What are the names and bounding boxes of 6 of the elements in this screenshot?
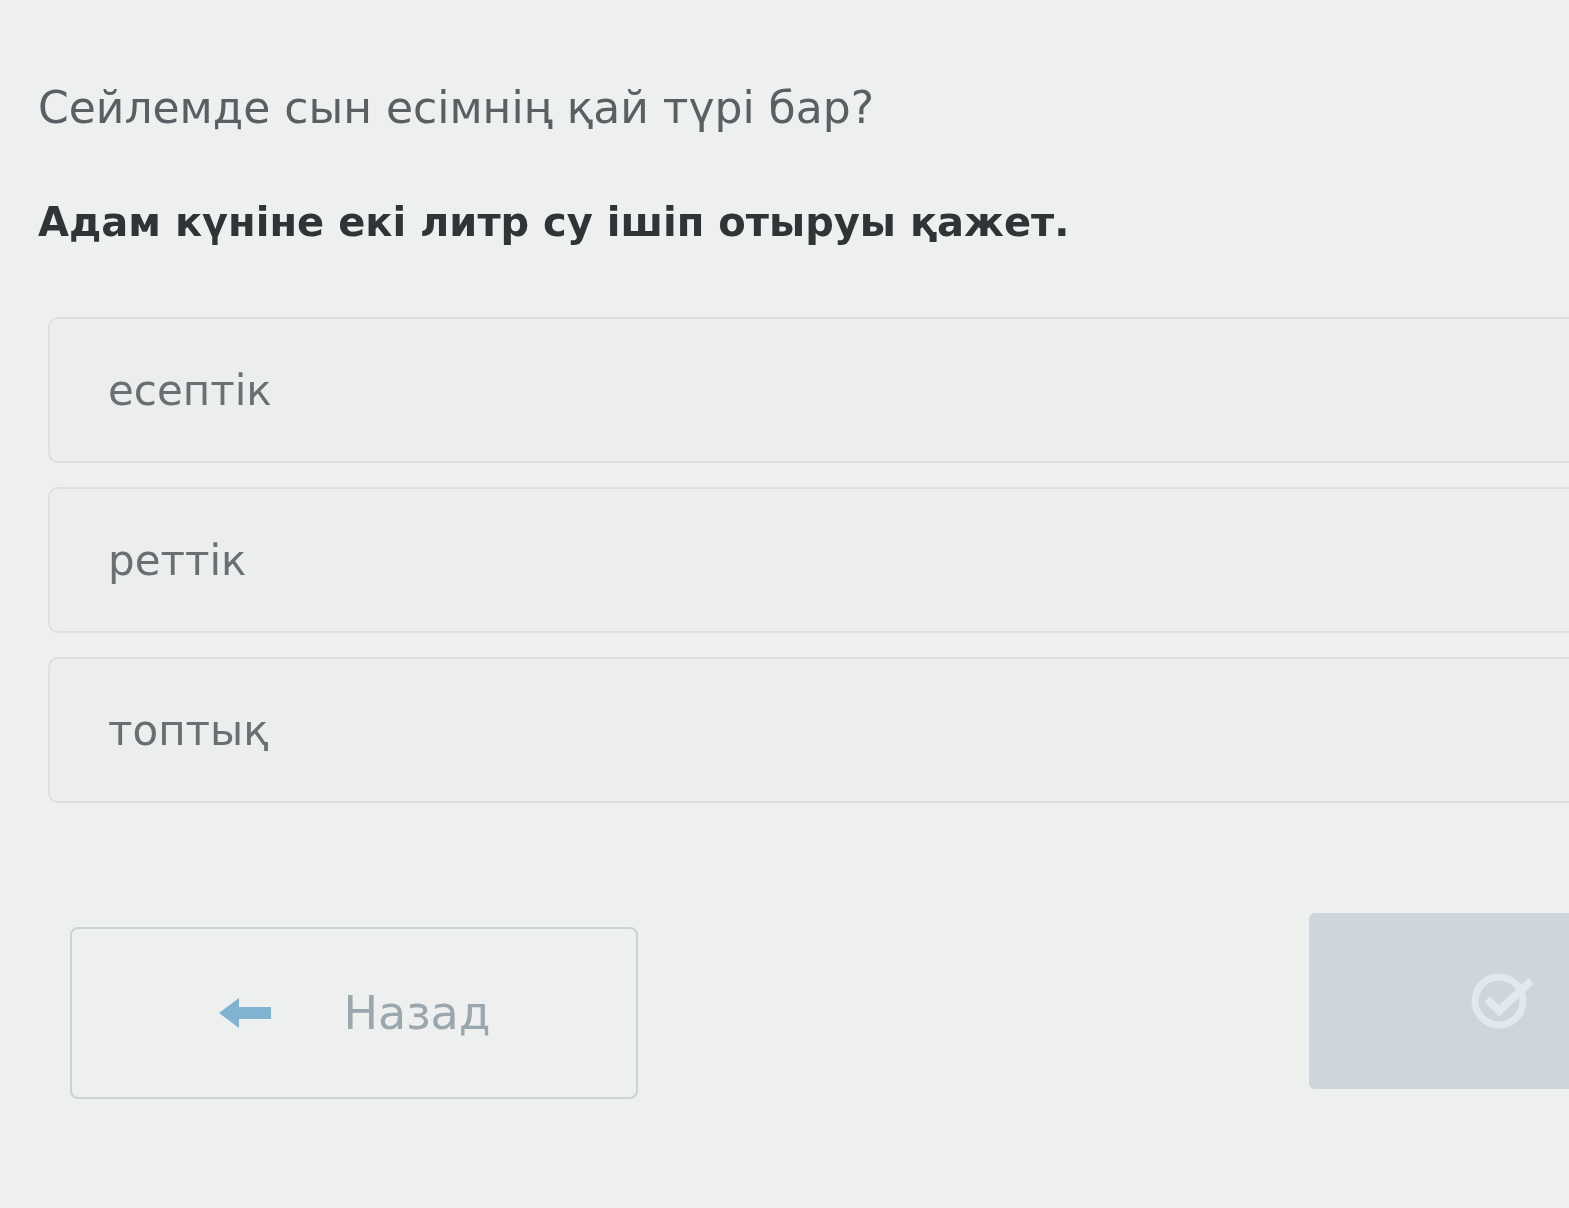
answer-option[interactable]: реттік: [48, 487, 1569, 633]
question-text: Сейлемде сын есімнің қай түрі бар?: [38, 81, 875, 135]
answer-option[interactable]: топтық: [48, 657, 1569, 803]
answer-option[interactable]: есептік: [48, 317, 1569, 463]
arrow-left-icon: [217, 996, 274, 1030]
sentence-text: Адам күніне екі литр су ішіп отыруы қажет.: [38, 198, 1071, 247]
